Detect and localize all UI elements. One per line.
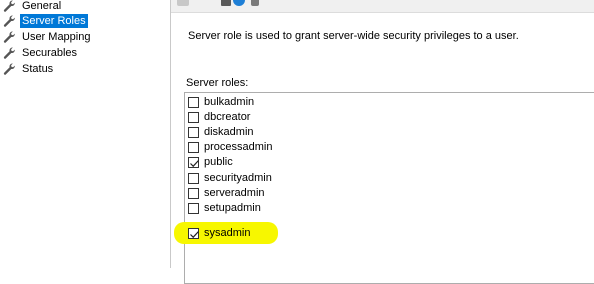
nav-item-status[interactable]: Status — [2, 61, 55, 77]
help-icon[interactable] — [233, 0, 245, 6]
role-label: serveradmin — [204, 187, 265, 199]
nav-item-label: Status — [22, 63, 54, 75]
nav-item-server-roles[interactable]: Server Roles — [2, 13, 88, 29]
role-checkbox[interactable] — [188, 112, 199, 123]
help-label-icon[interactable] — [251, 0, 259, 6]
toolbar — [171, 0, 594, 13]
role-checkbox[interactable] — [188, 173, 199, 184]
page-selector-pane: General Server Roles User Mapping Secura… — [0, 0, 171, 268]
nav-item-user-mapping[interactable]: User Mapping — [2, 29, 92, 45]
server-roles-label: Server roles: — [186, 77, 249, 89]
role-row-public[interactable]: public — [188, 155, 233, 170]
role-checkbox[interactable] — [188, 228, 199, 239]
role-checkbox[interactable] — [188, 203, 199, 214]
dropdown-icon[interactable] — [221, 0, 231, 6]
role-checkbox[interactable] — [188, 157, 199, 168]
role-label: public — [204, 156, 233, 168]
checkmark-icon — [190, 231, 199, 239]
role-label: securityadmin — [204, 172, 272, 184]
nav-item-label: Server Roles — [20, 14, 88, 28]
wrench-icon — [3, 47, 15, 59]
role-checkbox[interactable] — [188, 127, 199, 138]
role-row-setupadmin[interactable]: setupadmin — [188, 201, 261, 216]
nav-item-label: General — [22, 0, 62, 12]
role-label: bulkadmin — [204, 96, 255, 108]
role-row-diskadmin[interactable]: diskadmin — [188, 125, 254, 140]
role-row-securityadmin[interactable]: securityadmin — [188, 171, 272, 186]
role-label: diskadmin — [204, 126, 254, 138]
role-row-serveradmin[interactable]: serveradmin — [188, 186, 265, 201]
nav-item-general[interactable]: General — [2, 0, 63, 14]
role-label: setupadmin — [204, 202, 261, 214]
role-row-bulkadmin[interactable]: bulkadmin — [188, 95, 254, 110]
role-row-sysadmin[interactable]: sysadmin — [188, 226, 250, 241]
role-label: processadmin — [204, 141, 273, 153]
role-checkbox[interactable] — [188, 188, 199, 199]
wrench-icon — [3, 31, 15, 43]
role-label: sysadmin — [204, 227, 251, 239]
role-row-dbcreator[interactable]: dbcreator — [188, 110, 250, 125]
nav-item-label: Securables — [22, 47, 78, 59]
role-checkbox[interactable] — [188, 97, 199, 108]
wrench-icon — [3, 0, 15, 12]
server-roles-list[interactable]: bulkadmin dbcreator diskadmin processadm… — [174, 92, 594, 284]
role-label: dbcreator — [204, 111, 251, 123]
server-roles-page: Server role is used to grant server-wide… — [171, 13, 594, 284]
role-checkbox[interactable] — [188, 142, 199, 153]
nav-item-label: User Mapping — [22, 31, 91, 43]
checkmark-icon — [190, 160, 199, 168]
wrench-icon — [3, 15, 15, 27]
nav-item-securables[interactable]: Securables — [2, 45, 79, 61]
role-row-processadmin[interactable]: processadmin — [188, 140, 272, 155]
script-icon[interactable] — [177, 0, 189, 6]
wrench-icon — [3, 63, 15, 75]
page-description: Server role is used to grant server-wide… — [188, 30, 519, 42]
